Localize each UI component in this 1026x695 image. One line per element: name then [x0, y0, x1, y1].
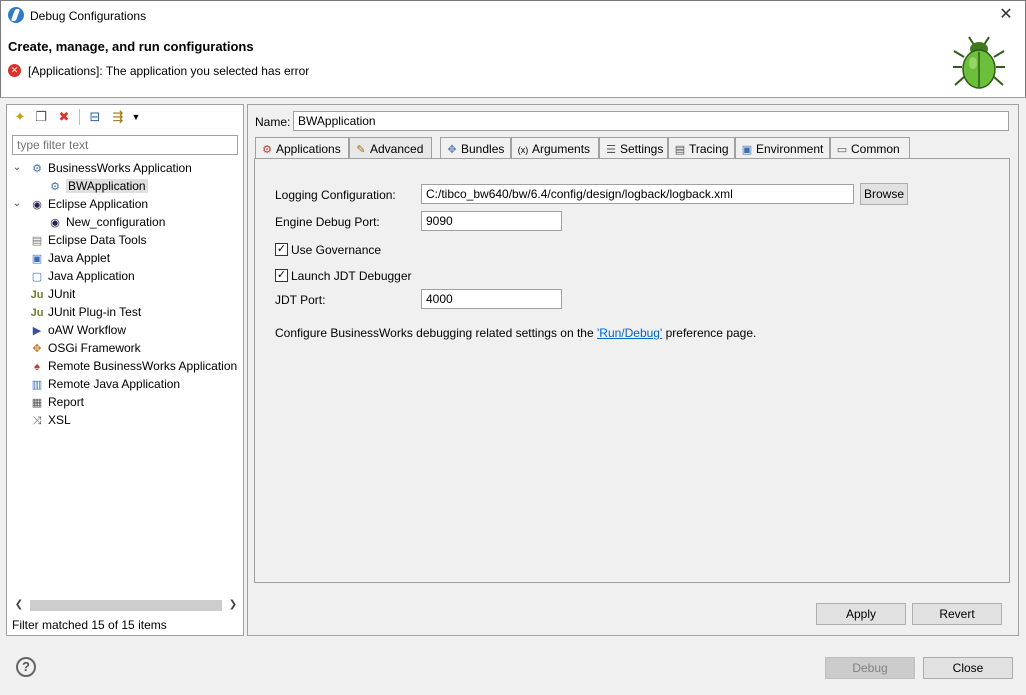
use-governance-label: Use Governance — [291, 243, 382, 257]
filter-status: Filter matched 15 of 15 items — [12, 618, 167, 632]
dialog-title: Create, manage, and run configurations — [8, 39, 254, 54]
use-governance-checkbox[interactable]: ✓ — [275, 243, 288, 256]
error-message: [Applications]: The application you sele… — [28, 64, 310, 78]
tree-item-report[interactable]: ▦ Report — [29, 393, 84, 411]
collapse-all-icon[interactable]: ⊟ — [87, 109, 103, 125]
expand-toggle-icon[interactable]: ⌄ — [11, 159, 23, 177]
tree-item-xsl[interactable]: ⤨ XSL — [29, 411, 71, 429]
configuration-editor-panel: Name: BWApplication ⚙ Applications ✎ Advan… — [247, 104, 1019, 636]
title-bar — [0, 0, 1026, 32]
tree-item-osgi-framework[interactable]: ✥ OSGi Framework — [29, 339, 140, 357]
xsl-icon: ⤨ — [32, 414, 42, 427]
new-config-icon[interactable]: ✦ — [12, 109, 28, 125]
tree-item-remote-java-application[interactable]: ▥ Remote Java Application — [29, 375, 180, 393]
java-app-icon: ▢ — [31, 270, 43, 283]
tree-item-junit[interactable]: Ju JUnit — [29, 285, 76, 303]
tree-item-java-applet[interactable]: ▣ Java Applet — [29, 249, 110, 267]
tree-item-oaw-workflow[interactable]: ▶ oAW Workflow — [29, 321, 126, 339]
tab-environment[interactable]: ▣ Environment — [735, 137, 830, 159]
run-debug-preference-link[interactable]: 'Run/Debug' — [597, 326, 662, 340]
report-icon: ▦ — [31, 396, 43, 409]
logging-config-label: Logging Configuration: — [275, 188, 396, 202]
junit-icon: Ju — [30, 288, 44, 301]
close-button[interactable]: Close — [923, 657, 1013, 679]
scroll-right-icon[interactable]: ❯ — [226, 597, 240, 613]
workflow-icon: ▶ — [32, 324, 42, 337]
tree-item-remote-businessworks-application[interactable]: ♠ Remote BusinessWorks Application — [29, 357, 237, 375]
tree-item-eclipse-application[interactable]: ◉ Eclipse Application — [29, 195, 148, 213]
engine-debug-port-label: Engine Debug Port: — [275, 215, 380, 229]
jdt-port-input[interactable]: 4000 — [421, 289, 562, 309]
expand-toggle-icon[interactable]: ⌄ — [11, 195, 23, 213]
preference-info-text: Configure BusinessWorks debugging relate… — [275, 326, 757, 340]
tab-common[interactable]: ▭ Common — [830, 137, 910, 159]
tab-advanced[interactable]: ✎ Advanced — [349, 137, 432, 159]
bw-app-icon: ⚙ — [50, 180, 60, 193]
filter-icon[interactable]: ⇶ — [110, 109, 126, 125]
eclipse-logo-icon — [8, 7, 24, 23]
eclipse-icon: ◉ — [50, 216, 60, 229]
tab-settings[interactable]: ☰ Settings — [599, 137, 668, 159]
tab-applications[interactable]: ⚙ Applications — [255, 137, 349, 159]
browse-button[interactable]: Browse — [860, 183, 908, 205]
launch-jdt-debugger-checkbox[interactable]: ✓ — [275, 269, 288, 282]
tree-item-new-configuration[interactable]: ◉ New_configuration — [47, 213, 165, 231]
delete-config-icon[interactable]: ✖ — [56, 109, 72, 125]
junit-plugin-icon: Ju — [30, 306, 44, 319]
applet-icon: ▣ — [31, 252, 43, 265]
filter-input[interactable] — [12, 135, 238, 155]
window-title: Debug Configurations — [30, 9, 147, 23]
tree-item-businessworks-application[interactable]: ⚙ BusinessWorks Application — [29, 159, 192, 177]
bw-config-icon: ⚙ — [32, 162, 42, 175]
scrollbar-thumb[interactable] — [30, 600, 222, 611]
tree-item-java-application[interactable]: ▢ Java Application — [29, 267, 135, 285]
osgi-icon: ✥ — [32, 342, 42, 355]
tab-bundles[interactable]: ✥ Bundles — [440, 137, 511, 159]
launch-jdt-debugger-label: Launch JDT Debugger — [291, 269, 412, 283]
horizontal-scrollbar[interactable]: ❮ ❯ — [12, 597, 240, 613]
close-window-button[interactable]: ✕ — [996, 5, 1016, 25]
jdt-port-label: JDT Port: — [275, 293, 326, 307]
error-icon: ✕ — [8, 64, 21, 77]
tab-arguments[interactable]: (x) Arguments — [511, 137, 599, 159]
revert-button[interactable]: Revert — [912, 603, 1002, 625]
toolbar-divider — [79, 109, 80, 125]
debug-button[interactable]: Debug — [825, 657, 915, 679]
scroll-left-icon[interactable]: ❮ — [12, 597, 26, 613]
duplicate-config-icon[interactable]: ❐ — [33, 109, 49, 125]
chevron-down-icon[interactable]: ▼ — [131, 109, 141, 125]
logging-config-input[interactable]: C:/tibco_bw640/bw/6.4/config/design/logb… — [421, 184, 854, 204]
help-icon[interactable]: ? — [16, 657, 36, 677]
eclipse-icon: ◉ — [32, 198, 42, 211]
tree-item-junit-plugin-test[interactable]: Ju JUnit Plug-in Test — [29, 303, 142, 321]
name-label: Name: — [255, 115, 291, 129]
name-input[interactable]: BWApplication — [293, 111, 1009, 131]
configuration-tree-panel: ✦ ❐ ✖ ⊟ ⇶ ▼ ⌄ ⚙BusinessWorks Application… — [6, 104, 244, 636]
database-icon: ▤ — [31, 234, 43, 247]
tree-item-bwapplication[interactable]: ⚙ BWApplication — [47, 177, 148, 195]
debug-bug-icon — [953, 36, 1005, 89]
engine-debug-port-input[interactable]: 9090 — [421, 211, 562, 231]
remote-java-icon: ▥ — [31, 378, 43, 391]
tree-item-eclipse-data-tools[interactable]: ▤ Eclipse Data Tools — [29, 231, 147, 249]
apply-button[interactable]: Apply — [816, 603, 906, 625]
advanced-tab-content: Logging Configuration: C:/tibco_bw640/bw… — [254, 158, 1010, 583]
remote-bw-icon: ♠ — [34, 360, 40, 373]
tab-tracing[interactable]: ▤ Tracing — [668, 137, 735, 159]
